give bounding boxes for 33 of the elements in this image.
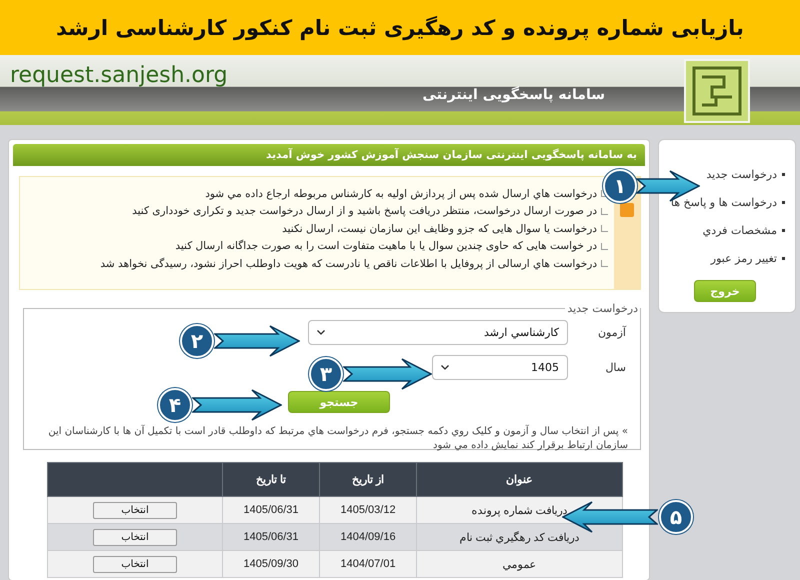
table-cell: 1405/06/31 [222,496,320,524]
select-field[interactable]: 1405 [432,355,568,380]
column-header: تا تاریخ [222,462,320,496]
field-label: سال [604,361,627,374]
table-cell: 1405/03/12 [320,496,417,524]
select-field[interactable]: کارشناسي ارشد [308,320,568,345]
system-name: سامانه پاسخگویی اینترنتی [422,87,605,103]
table-cell: عمومي [416,550,622,578]
sidebar-item[interactable]: مشخصات فردي [702,224,777,237]
notice-text: درخواست یا سوال هایی که جزو وظایف این سازمان نیست، ارسال نکنید [282,222,597,235]
field-label: آزمون [596,326,628,339]
step-number: ۵ [659,500,693,534]
table-cell: 1404/07/01 [320,550,417,578]
banner-title: بازیابی شماره پرونده و کد رهگیری ثبت نام کنکور کارشناسی ارشد [55,14,745,42]
sidebar-item[interactable]: درخواست جدید [706,168,777,181]
group-title: درخواست جدید [566,302,639,315]
select-button[interactable]: انتخاب [93,502,177,518]
column-header: عنوان [416,462,622,496]
table-cell: 1405/09/30 [222,550,320,578]
table-cell: 1405/06/31 [222,524,320,550]
notice-text: درخواست هاي ارسالی از پروفایل با اطلاعات ناقص یا نادرست که هویت داوطلب احراز نشود، رسیدگی نخواهد شد [100,258,597,270]
table-cell: 1404/09/16 [320,524,417,550]
select-button[interactable]: انتخاب [93,556,177,572]
table-cell: دریافت کد رهگیري ثبت نام [416,524,622,550]
sidebar-item[interactable]: تغییر رمز عبور [710,252,777,265]
welcome-bar: به سامانه پاسخگویی اینترنتی سازمان سنجش آموزش کشور خوش آمدید [13,144,645,166]
notice-text: درخواست هاي ارسال شده پس از پردازش اوليه به کارشناس مربوطه ارجاع داده مي شود [205,188,597,200]
column-header: از تاریخ [320,462,417,496]
help-text: » پس از انتخاب سال و آزمون و کلیک روي دکمه جستجو، فرم درخواست هاي مرتبط که داوطلب قادر است با تکمیل آن ها با کارشناسان این سازمان ارتباط برقرار کند نمایش داده مي شود [47,425,628,453]
notice-text: در خواست هایی که حاوی چندین سوال یا با ماهیت متفاوت است را به صورت جداگانه ارسال کنید [175,240,597,252]
site-address: request.sanjesh.org [10,63,228,88]
select-button[interactable]: انتخاب [93,528,177,546]
notice-text: در صورت ارسال درخواست، منتظر دریافت پاسخ باشید و از ارسال درخواست جدید و تکراری خودداری کنید [132,205,597,218]
